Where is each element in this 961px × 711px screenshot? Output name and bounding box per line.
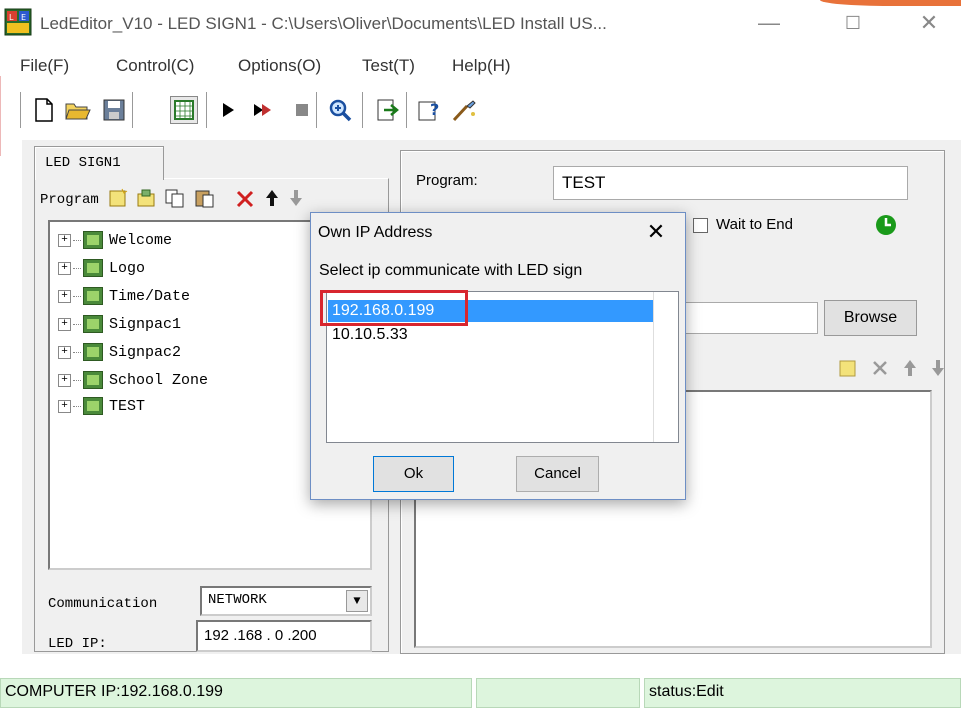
wand-icon[interactable] — [450, 96, 478, 124]
save-icon[interactable] — [100, 96, 128, 124]
program-icon — [83, 231, 103, 249]
toolbar-separator — [362, 92, 364, 128]
communication-value: NETWORK — [208, 592, 267, 608]
status-edit: status:Edit — [644, 678, 961, 708]
dialog-close-button[interactable]: ✕ — [640, 218, 672, 246]
svg-text:?: ? — [430, 100, 439, 119]
ok-button[interactable]: Ok — [373, 456, 454, 492]
expand-icon[interactable]: + — [58, 233, 71, 247]
area-toolbar — [838, 358, 946, 378]
menu-options[interactable]: Options(O) — [238, 56, 321, 76]
move-down-icon[interactable] — [288, 188, 304, 208]
ip-option[interactable]: 10.10.5.33 — [328, 324, 653, 346]
new-file-icon[interactable] — [30, 96, 58, 124]
area-down-icon[interactable] — [930, 358, 946, 378]
tree-item-label: School Zone — [109, 371, 209, 389]
tree-item-label: Time/Date — [109, 287, 191, 305]
program-toolbar — [108, 188, 304, 208]
zoom-icon[interactable] — [326, 96, 354, 124]
expand-icon[interactable]: + — [58, 261, 71, 275]
program-icon — [83, 259, 103, 277]
grid-icon[interactable] — [170, 96, 198, 124]
expand-icon[interactable]: + — [58, 289, 71, 303]
expand-icon[interactable]: + — [58, 399, 71, 413]
app-icon: L E — [4, 8, 32, 36]
expand-icon[interactable]: + — [58, 345, 71, 359]
toolbar-separator — [406, 92, 408, 128]
tab-label: LED SIGN1 — [45, 155, 121, 171]
program-icon — [83, 371, 103, 389]
copy-icon[interactable] — [164, 188, 186, 208]
program-icon — [83, 397, 103, 415]
help-icon[interactable]: ? — [416, 96, 444, 124]
chevron-down-icon[interactable]: ▼ — [346, 590, 368, 612]
tree-item-test[interactable]: + TEST — [58, 394, 145, 418]
tree-item-school-zone[interactable]: + School Zone — [58, 368, 208, 392]
communication-label: Communication — [48, 596, 158, 612]
svg-text:L: L — [9, 13, 14, 22]
paste-icon[interactable] — [194, 188, 216, 208]
minimize-button[interactable]: — — [746, 8, 792, 38]
tree-item-welcome[interactable]: + Welcome — [58, 228, 172, 252]
program-icon — [83, 287, 103, 305]
menu-control[interactable]: Control(C) — [116, 56, 194, 76]
tree-item-signpac2[interactable]: + Signpac2 — [58, 340, 181, 364]
toolbar-separator — [316, 92, 318, 128]
tab-led-sign1[interactable]: LED SIGN1 — [34, 146, 164, 180]
tree-item-label: TEST — [109, 397, 146, 415]
clock-icon[interactable] — [875, 214, 897, 236]
browse-button[interactable]: Browse — [824, 300, 917, 336]
dialog-title: Own IP Address — [318, 224, 433, 241]
led-ip-field[interactable]: 192 .168 . 0 .200 — [196, 620, 372, 652]
tree-item-label: Signpac1 — [109, 315, 182, 333]
menu-test[interactable]: Test(T) — [362, 56, 415, 76]
open-folder-icon[interactable] — [64, 96, 92, 124]
play-icon[interactable] — [214, 96, 242, 124]
led-ip-label: LED IP: — [48, 636, 107, 652]
toolbar-separator — [132, 92, 134, 128]
svg-text:E: E — [21, 13, 26, 22]
red-highlight-box — [320, 290, 468, 326]
communication-select[interactable]: NETWORK ▼ — [200, 586, 372, 616]
toolbar-separator — [206, 92, 208, 128]
maximize-button[interactable]: ☐ — [830, 8, 876, 38]
dialog-prompt: Select ip communicate with LED sign — [319, 262, 583, 279]
tree-item-signpac1[interactable]: + Signpac1 — [58, 312, 181, 336]
program-section-label: Program — [40, 192, 99, 208]
program-icon — [83, 343, 103, 361]
menu-file[interactable]: File(F) — [20, 56, 69, 76]
program-icon — [83, 315, 103, 333]
list-divider — [653, 292, 654, 442]
delete-area-icon[interactable] — [870, 358, 890, 378]
status-computer-ip: COMPUTER IP:192.168.0.199 — [0, 678, 472, 708]
close-button[interactable]: ✕ — [906, 8, 952, 38]
new-folder-program-icon[interactable] — [136, 188, 156, 208]
toolbar — [0, 84, 961, 140]
file-path-input[interactable] — [682, 302, 818, 334]
status-middle — [476, 678, 640, 708]
new-program-icon[interactable] — [108, 188, 128, 208]
tree-item-label: Welcome — [109, 231, 173, 249]
tree-item-label: Logo — [109, 259, 146, 277]
tree-item-label: Signpac2 — [109, 343, 182, 361]
cancel-button[interactable]: Cancel — [516, 456, 599, 492]
move-up-icon[interactable] — [264, 188, 280, 208]
wait-to-end-checkbox[interactable] — [693, 218, 708, 233]
toolbar-separator — [20, 92, 22, 128]
expand-icon[interactable]: + — [58, 317, 71, 331]
area-up-icon[interactable] — [902, 358, 918, 378]
delete-icon[interactable] — [234, 188, 256, 208]
stop-icon[interactable] — [288, 96, 316, 124]
wait-to-end-label: Wait to End — [716, 216, 793, 233]
tree-item-logo[interactable]: + Logo — [58, 256, 145, 280]
step-icon[interactable] — [250, 96, 278, 124]
program-name-label: Program: — [416, 172, 478, 189]
program-name-input[interactable]: TEST — [553, 166, 908, 200]
export-icon[interactable] — [374, 96, 402, 124]
menu-help[interactable]: Help(H) — [452, 56, 511, 76]
new-area-icon[interactable] — [838, 358, 858, 378]
window-title: LedEditor_V10 - LED SIGN1 - C:\Users\Oli… — [40, 14, 607, 33]
expand-icon[interactable]: + — [58, 373, 71, 387]
tree-item-time-date[interactable]: + Time/Date — [58, 284, 190, 308]
